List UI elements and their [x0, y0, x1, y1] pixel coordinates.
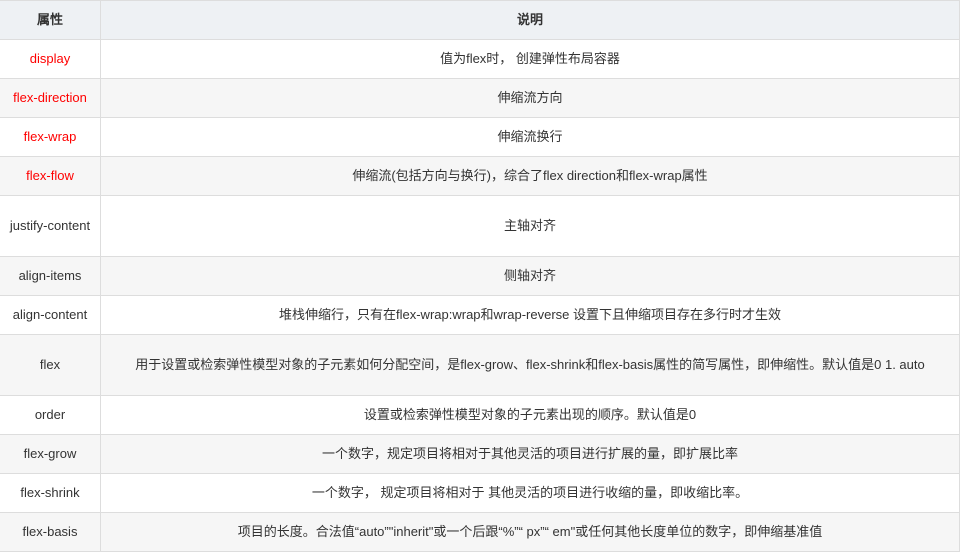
table-row: flex-flow 伸缩流(包括方向与换行)，综合了flex direction和… — [0, 156, 960, 196]
table-row: align-content 堆栈伸缩行，只有在flex-wrap:wrap和wra… — [0, 295, 960, 335]
property-cell: flex-direction — [0, 78, 101, 118]
property-cell: justify-content — [0, 195, 101, 257]
property-cell: display — [0, 39, 101, 79]
description-cell: 伸缩流换行 — [100, 117, 960, 157]
table-row: flex-shrink 一个数字， 规定项目将相对于 其他灵活的项目进行收缩的量，… — [0, 473, 960, 513]
table-row: flex 用于设置或检索弹性模型对象的子元素如何分配空间，是flex-grow、f… — [0, 334, 960, 396]
table-row: flex-direction 伸缩流方向 — [0, 78, 960, 118]
description-cell: 堆栈伸缩行，只有在flex-wrap:wrap和wrap-reverse 设置下… — [100, 295, 960, 335]
table-row: align-items 侧轴对齐 — [0, 256, 960, 296]
property-cell: flex-basis — [0, 512, 101, 552]
description-cell: 伸缩流方向 — [100, 78, 960, 118]
table-row: flex-grow 一个数字，规定项目将相对于其他灵活的项目进行扩展的量，即扩展比… — [0, 434, 960, 474]
description-cell: 伸缩流(包括方向与换行)，综合了flex direction和flex-wrap… — [100, 156, 960, 196]
property-cell: order — [0, 395, 101, 435]
header-property: 属性 — [0, 0, 101, 40]
property-cell: flex-flow — [0, 156, 101, 196]
header-description: 说明 — [100, 0, 960, 40]
table-row: flex-wrap 伸缩流换行 — [0, 117, 960, 157]
description-cell: 侧轴对齐 — [100, 256, 960, 296]
table-row: display 值为flex时， 创建弹性布局容器 — [0, 39, 960, 79]
description-cell: 用于设置或检索弹性模型对象的子元素如何分配空间，是flex-grow、flex-… — [100, 334, 960, 396]
property-cell: align-content — [0, 295, 101, 335]
description-cell: 值为flex时， 创建弹性布局容器 — [100, 39, 960, 79]
property-cell: flex-grow — [0, 434, 101, 474]
table-row: justify-content 主轴对齐 — [0, 195, 960, 257]
table-row: flex-basis 项目的长度。合法值“auto”"inherit"或一个后跟“… — [0, 512, 960, 552]
description-cell: 一个数字，规定项目将相对于其他灵活的项目进行扩展的量，即扩展比率 — [100, 434, 960, 474]
description-cell: 一个数字， 规定项目将相对于 其他灵活的项目进行收缩的量，即收缩比率。 — [100, 473, 960, 513]
description-cell: 设置或检索弹性模型对象的子元素出现的顺序。默认值是0 — [100, 395, 960, 435]
property-cell: flex-wrap — [0, 117, 101, 157]
description-cell: 主轴对齐 — [100, 195, 960, 257]
property-cell: flex — [0, 334, 101, 396]
table-header-row: 属性 说明 — [0, 0, 960, 40]
flex-properties-table: 属性 说明 display 值为flex时， 创建弹性布局容器 flex-dire… — [0, 0, 960, 552]
description-cell: 项目的长度。合法值“auto”"inherit"或一个后跟“%”“ px”“ e… — [100, 512, 960, 552]
property-cell: align-items — [0, 256, 101, 296]
table-row: order 设置或检索弹性模型对象的子元素出现的顺序。默认值是0 — [0, 395, 960, 435]
property-cell: flex-shrink — [0, 473, 101, 513]
